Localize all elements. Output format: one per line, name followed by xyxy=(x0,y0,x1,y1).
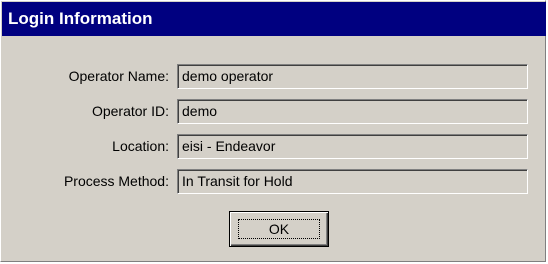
ok-button[interactable]: OK xyxy=(229,211,329,247)
dialog-titlebar: Login Information xyxy=(2,2,546,36)
operator-name-label: Operator Name: xyxy=(68,68,169,84)
operator-id-field: demo xyxy=(177,99,528,124)
process-method-field: In Transit for Hold xyxy=(177,169,528,194)
operator-name-field: demo operator xyxy=(177,64,528,89)
ok-button-label: OK xyxy=(268,221,290,237)
location-label: Location: xyxy=(112,138,169,154)
process-method-label: Process Method: xyxy=(63,173,169,189)
location-field: eisi - Endeavor xyxy=(177,134,528,159)
operator-id-label: Operator ID: xyxy=(91,103,169,119)
dialog-title: Login Information xyxy=(8,9,153,28)
login-information-dialog: Login Information Operator Name: demo op… xyxy=(0,0,546,262)
